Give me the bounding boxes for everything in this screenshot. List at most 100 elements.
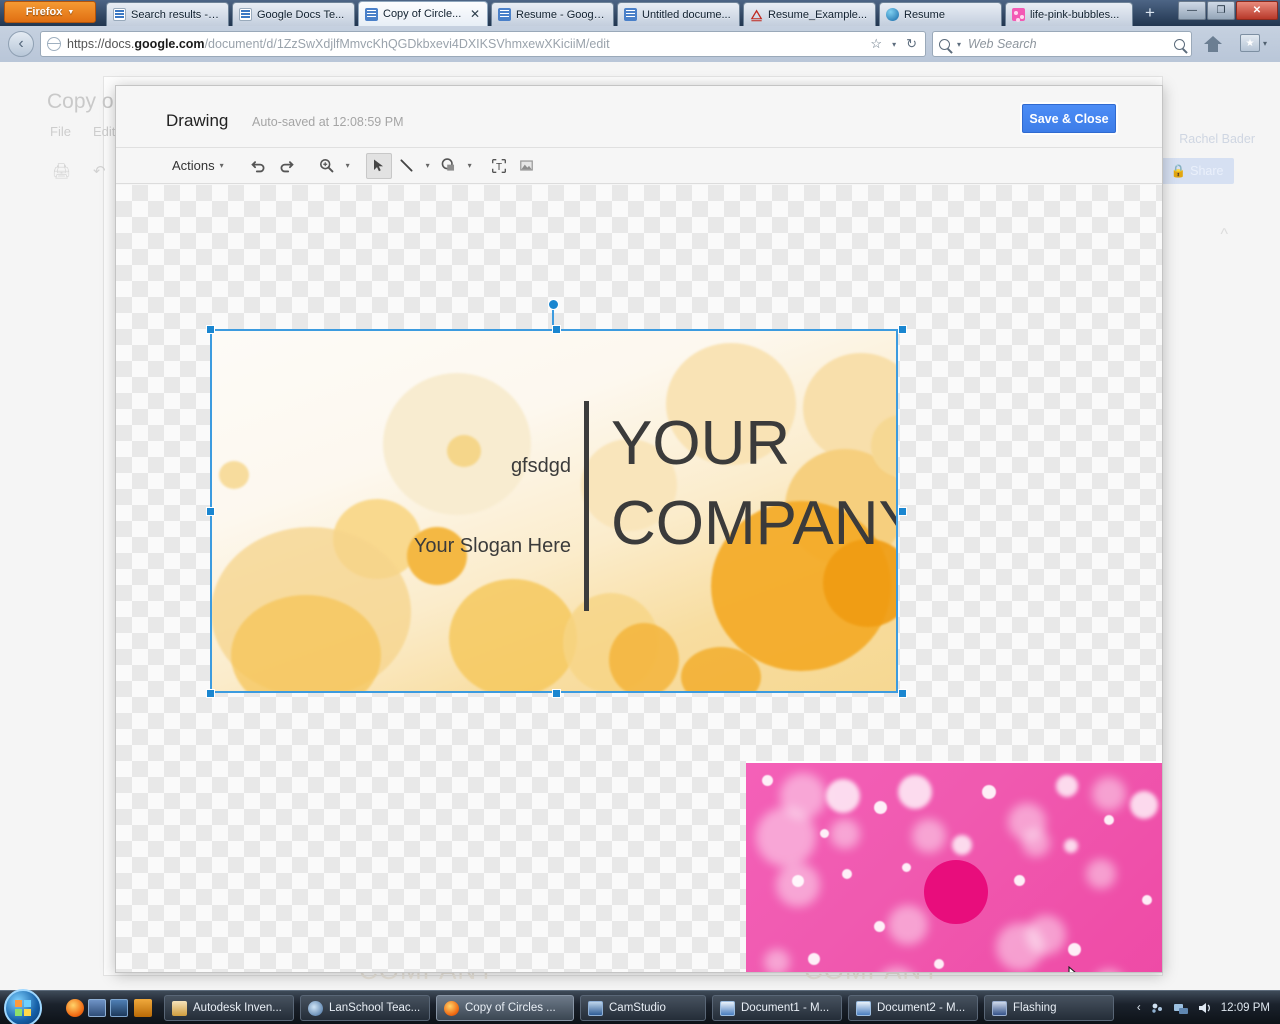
tab-label: Google Docs Te... <box>257 9 348 21</box>
page-title[interactable]: Copy o <box>47 90 114 114</box>
close-window-button[interactable]: ✕ <box>1236 1 1278 20</box>
close-tab-icon[interactable]: ✕ <box>469 7 481 21</box>
taskbar-item-flashing[interactable]: Flashing <box>984 995 1114 1021</box>
search-input[interactable]: Web Search <box>968 37 1169 51</box>
tab-search-results[interactable]: Search results - G... <box>106 2 229 26</box>
document-icon <box>239 8 252 21</box>
chevron-down-icon[interactable]: ▾ <box>464 153 476 179</box>
taskbar-item-autodesk-inventor[interactable]: Autodesk Inven... <box>164 995 294 1021</box>
taskbar-item-camstudio[interactable]: CamStudio <box>580 995 706 1021</box>
url-prefix: https://docs. <box>67 37 134 51</box>
reload-icon[interactable]: ↻ <box>904 36 919 52</box>
google-doc-icon <box>624 8 637 21</box>
camstudio-icon <box>588 1001 603 1016</box>
text-box-icon[interactable]: T <box>486 153 512 179</box>
actions-menu-button[interactable]: Actions ▾ <box>166 154 230 177</box>
search-bar[interactable]: ▾ Web Search <box>932 31 1192 57</box>
tab-label: Resume_Example... <box>768 9 869 21</box>
zoom-icon[interactable] <box>314 153 340 179</box>
pink-circle-shape[interactable] <box>924 860 988 924</box>
resize-handle-s[interactable] <box>552 689 561 698</box>
resize-handle-e[interactable] <box>898 507 907 516</box>
firefox-icon <box>444 1001 459 1016</box>
home-icon[interactable] <box>1203 34 1223 54</box>
image-icon[interactable] <box>514 153 540 179</box>
bookmarks-icon[interactable]: ★ <box>1240 34 1260 52</box>
search-submit-icon[interactable] <box>1174 39 1185 50</box>
taskbar-clock[interactable]: 12:09 PM <box>1221 1002 1270 1014</box>
taskbar-item-lanschool-teacher[interactable]: LanSchool Teac... <box>300 995 430 1021</box>
undo-icon[interactable]: ↶ <box>93 162 106 180</box>
tab-google-docs-te[interactable]: Google Docs Te... <box>232 2 355 26</box>
tab-resume[interactable]: Resume <box>879 2 1002 26</box>
tab-life-pink-bubbles[interactable]: life-pink-bubbles... <box>1005 2 1133 26</box>
resize-handle-sw[interactable] <box>206 689 215 698</box>
pink-thumbnail-icon <box>1012 8 1025 21</box>
line-icon[interactable] <box>394 153 420 179</box>
new-tab-button[interactable]: + <box>1140 4 1160 24</box>
tab-strip: Firefox ▼ Search results - G... Google D… <box>0 0 1280 26</box>
undo-icon[interactable] <box>246 153 272 179</box>
minimize-button[interactable]: — <box>1178 1 1206 20</box>
media-player-icon[interactable] <box>134 999 152 1017</box>
tray-expand-icon[interactable]: ‹ <box>1137 1002 1141 1014</box>
chevron-down-icon[interactable]: ▾ <box>1263 39 1267 48</box>
action-center-icon[interactable] <box>1149 1000 1165 1016</box>
taskbar-item-label: LanSchool Teac... <box>329 1002 420 1014</box>
resize-handle-nw[interactable] <box>206 325 215 334</box>
menu-file[interactable]: File <box>50 124 71 139</box>
pink-bubbles-image[interactable] <box>746 761 1162 972</box>
chevron-down-icon[interactable]: ▾ <box>342 153 354 179</box>
tab-resume-example-pdf[interactable]: ⧋ Resume_Example... <box>743 2 876 26</box>
tab-label: life-pink-bubbles... <box>1030 9 1126 21</box>
chevron-down-icon[interactable]: ▾ <box>955 40 963 49</box>
tab-copy-of-circle[interactable]: Copy of Circle... ✕ <box>358 1 488 26</box>
chevron-down-icon[interactable]: ▾ <box>890 40 898 49</box>
svg-text:T: T <box>496 162 502 173</box>
network-icon[interactable] <box>1173 1000 1189 1016</box>
browser-chrome: Firefox ▼ Search results - G... Google D… <box>0 0 1280 62</box>
taskbar-item-document1[interactable]: Document1 - M... <box>712 995 842 1021</box>
windows-taskbar: Autodesk Inven... LanSchool Teac... Copy… <box>0 990 1280 1024</box>
window-switch-icon[interactable] <box>110 999 128 1017</box>
docs-menubar: File Edit <box>50 124 115 139</box>
firefox-quicklaunch-icon[interactable] <box>66 999 84 1017</box>
resize-handle-ne[interactable] <box>898 325 907 334</box>
share-button[interactable]: 🔒 Share <box>1160 158 1234 184</box>
taskbar-item-copy-of-circles[interactable]: Copy of Circles ... <box>436 995 574 1021</box>
print-icon[interactable]: 🖨 <box>52 162 71 180</box>
actions-menu-label: Actions <box>172 158 215 173</box>
drawing-dialog: Drawing Auto-saved at 12:08:59 PM Save &… <box>115 85 1163 973</box>
save-and-close-button[interactable]: Save & Close <box>1022 104 1116 133</box>
restore-button[interactable]: ❐ <box>1207 1 1235 20</box>
bookmark-star-icon[interactable]: ☆ <box>868 36 884 52</box>
address-bar[interactable]: https://docs.google.com/document/d/1ZzSw… <box>40 31 926 57</box>
resize-handle-w[interactable] <box>206 507 215 516</box>
user-name-label[interactable]: Rachel Bader <box>1179 132 1255 146</box>
tab-resume-google[interactable]: Resume - Google... <box>491 2 614 26</box>
app-icon <box>992 1001 1007 1016</box>
selection-frame[interactable] <box>210 329 898 693</box>
google-doc-icon <box>365 8 378 21</box>
resize-handle-n[interactable] <box>552 325 561 334</box>
start-button[interactable] <box>4 989 42 1024</box>
taskbar-item-document2[interactable]: Document2 - M... <box>848 995 978 1021</box>
window-controls: — ❐ ✕ <box>1178 1 1278 20</box>
url-host: google.com <box>134 37 204 51</box>
pdf-icon: ⧋ <box>750 8 763 21</box>
redo-icon[interactable] <box>274 153 300 179</box>
tab-untitled-document[interactable]: Untitled docume... <box>617 2 740 26</box>
select-arrow-icon[interactable] <box>366 153 392 179</box>
chevron-down-icon[interactable]: ▾ <box>422 153 434 179</box>
resize-handle-se[interactable] <box>898 689 907 698</box>
shape-icon[interactable] <box>436 153 462 179</box>
drawing-canvas[interactable]: YOUR COMPANY gfsdgd Your Slogan Here <box>116 185 1162 972</box>
menu-edit[interactable]: Edit <box>93 124 115 139</box>
word-icon <box>856 1001 871 1016</box>
collapse-ribbon-icon[interactable]: ^ <box>1220 226 1228 244</box>
back-button[interactable]: ‹ <box>8 31 34 57</box>
show-desktop-icon[interactable] <box>88 999 106 1017</box>
firefox-app-button[interactable]: Firefox ▼ <box>4 1 96 23</box>
rotation-handle[interactable] <box>548 299 559 310</box>
volume-icon[interactable] <box>1197 1000 1213 1016</box>
